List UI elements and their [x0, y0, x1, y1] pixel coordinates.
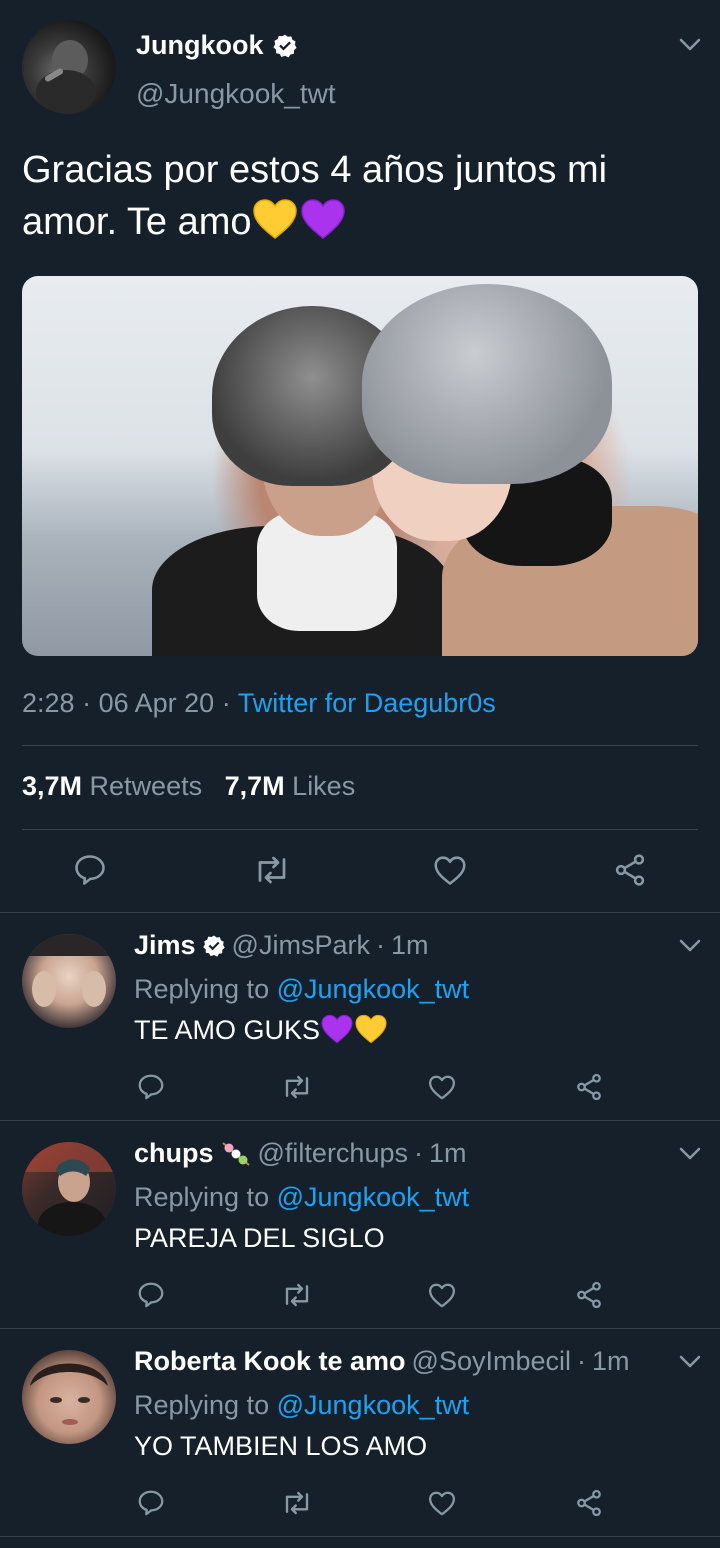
reply-time: 1m: [428, 1138, 467, 1168]
reply-header: Roberta Kook te amo @SoyImbecil · 1m: [134, 1346, 630, 1377]
reply-icon[interactable]: [72, 852, 108, 888]
chevron-down-icon[interactable]: [679, 1147, 701, 1161]
tweet-date: 06 Apr 20: [98, 688, 215, 718]
reply-icon[interactable]: [136, 1072, 166, 1102]
replying-to-label: Replying to: [134, 1182, 270, 1212]
replying-to-label: Replying to: [134, 1390, 270, 1420]
divider: [0, 1328, 720, 1329]
retweets-count[interactable]: 3,7M: [22, 771, 82, 801]
reply-author-name[interactable]: Jims: [134, 930, 196, 961]
like-icon[interactable]: [427, 1488, 457, 1518]
retweet-icon[interactable]: [280, 1280, 314, 1310]
reply-icon[interactable]: [136, 1488, 166, 1518]
like-icon[interactable]: [427, 1072, 457, 1102]
divider: [22, 829, 698, 830]
tweet-emojis: [252, 198, 346, 240]
divider: [0, 1536, 720, 1537]
replying-to-handle[interactable]: @Jungkook_twt: [277, 1390, 470, 1420]
dango-icon: [221, 1141, 250, 1166]
purple-heart-icon: [300, 199, 345, 239]
yellow-heart-icon: [355, 1014, 387, 1044]
author-name-text[interactable]: Jungkook: [136, 30, 264, 61]
replying-to: Replying to @Jungkook_twt: [134, 1390, 469, 1421]
main-avatar[interactable]: [22, 20, 116, 114]
likes-label[interactable]: Likes: [292, 771, 355, 801]
replying-to-handle[interactable]: @Jungkook_twt: [277, 974, 470, 1004]
tweet-source-link[interactable]: Twitter for Daegubr0s: [238, 688, 496, 718]
verified-badge-icon: [272, 33, 298, 59]
tweet-photo[interactable]: [22, 276, 698, 656]
replying-to: Replying to @Jungkook_twt: [134, 1182, 469, 1213]
reply-time: 1m: [390, 930, 429, 960]
chevron-down-icon[interactable]: [679, 1355, 701, 1369]
author-name[interactable]: Jungkook: [136, 30, 298, 61]
replying-to-label: Replying to: [134, 974, 270, 1004]
likes-count[interactable]: 7,7M: [225, 771, 285, 801]
reply-header: chups @filterchups · 1m: [134, 1138, 467, 1169]
retweet-icon[interactable]: [280, 1072, 314, 1102]
author-handle[interactable]: @Jungkook_twt: [136, 78, 336, 110]
chevron-down-icon[interactable]: [679, 38, 701, 52]
reply-author-handle[interactable]: @SoyImbecil: [412, 1346, 571, 1377]
reply-time: 1m: [592, 1346, 630, 1376]
replying-to: Replying to @Jungkook_twt: [134, 974, 469, 1005]
reply-text: TE AMO GUKS: [134, 1014, 388, 1046]
yellow-heart-icon: [252, 199, 297, 239]
share-icon[interactable]: [612, 852, 648, 888]
reply-author-name[interactable]: Roberta Kook te amo: [134, 1346, 406, 1377]
reply-author-name[interactable]: chups: [134, 1138, 214, 1169]
chevron-down-icon[interactable]: [679, 939, 701, 953]
reply-avatar[interactable]: [22, 1350, 116, 1444]
share-icon[interactable]: [574, 1280, 604, 1310]
like-icon[interactable]: [432, 852, 468, 888]
divider: [0, 1120, 720, 1121]
tweet-text: Gracias por estos 4 años juntos mi amor.…: [22, 144, 702, 248]
share-icon[interactable]: [574, 1072, 604, 1102]
purple-heart-icon: [321, 1014, 353, 1044]
divider: [22, 745, 698, 746]
reply-author-handle[interactable]: @JimsPark: [232, 930, 370, 961]
reply-avatar[interactable]: [22, 1142, 116, 1236]
reply-text: PAREJA DEL SIGLO: [134, 1223, 385, 1253]
share-icon[interactable]: [574, 1488, 604, 1518]
reply-header: Jims @JimsPark · 1m: [134, 930, 429, 961]
retweets-label[interactable]: Retweets: [90, 771, 203, 801]
reply-icon[interactable]: [136, 1280, 166, 1310]
retweet-icon[interactable]: [280, 1488, 314, 1518]
divider: [0, 912, 720, 913]
reply-author-handle[interactable]: @filterchups: [258, 1138, 408, 1169]
reply-avatar[interactable]: [22, 934, 116, 1028]
like-icon[interactable]: [427, 1280, 457, 1310]
tweet-time: 2:28: [22, 688, 75, 718]
retweet-icon[interactable]: [252, 852, 292, 888]
tweet-stats: 3,7M Retweets 7,7M Likes: [22, 771, 355, 802]
verified-badge-icon: [202, 934, 226, 958]
replying-to-handle[interactable]: @Jungkook_twt: [277, 1182, 470, 1212]
reply-text-content: TE AMO GUKS: [134, 1015, 321, 1045]
tweet-meta: 2:28 · 06 Apr 20 · Twitter for Daegubr0s: [22, 688, 496, 718]
reply-text: YO TAMBIEN LOS AMO: [134, 1431, 428, 1461]
